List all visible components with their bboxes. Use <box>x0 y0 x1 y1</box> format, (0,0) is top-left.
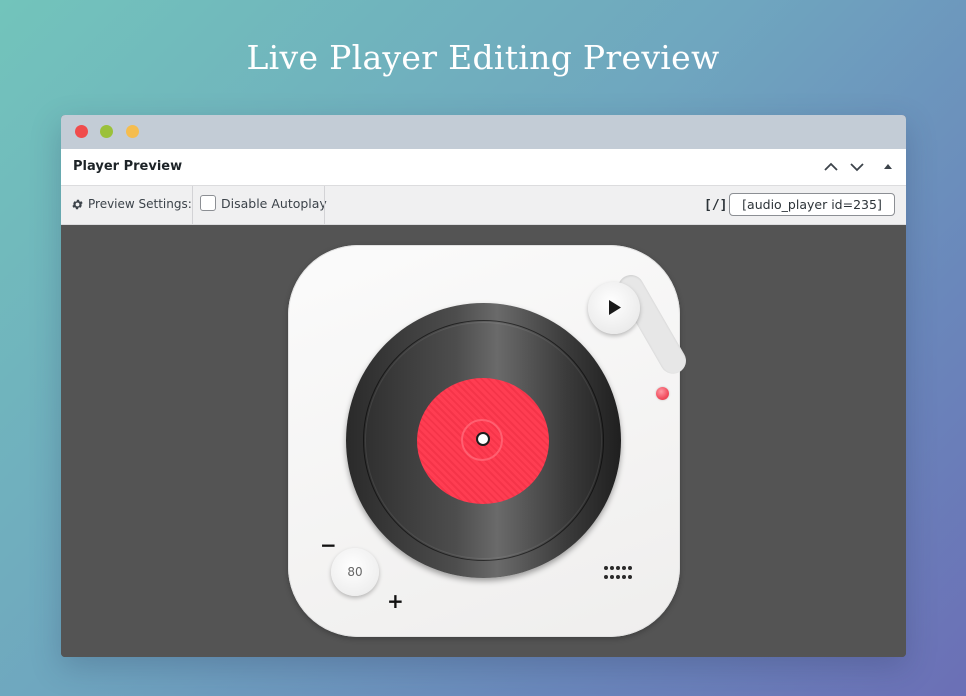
disable-autoplay-label: Disable Autoplay <box>221 195 327 211</box>
close-window-button[interactable] <box>75 125 88 138</box>
play-button[interactable] <box>588 282 640 334</box>
window-titlebar <box>61 115 906 149</box>
chevron-up-icon <box>824 162 838 171</box>
preview-stage: − 80 + <box>61 225 906 657</box>
preview-toolbar: Preview Settings: Disable Autoplay [/] [… <box>61 186 906 225</box>
play-icon <box>609 300 621 315</box>
panel-title: Player Preview <box>73 159 183 174</box>
preview-window: Player Preview Preview Settings: Disable… <box>61 115 906 657</box>
triangle-up-icon <box>884 164 892 169</box>
preview-settings: Preview Settings: <box>71 197 192 211</box>
record-spindle <box>476 432 490 446</box>
status-light <box>656 387 669 400</box>
maximize-window-button[interactable] <box>126 125 139 138</box>
toolbar-divider <box>192 186 193 224</box>
volume-up-button[interactable]: + <box>387 591 404 611</box>
toolbar-divider <box>324 186 325 224</box>
vinyl-record <box>346 303 621 578</box>
minimize-window-button[interactable] <box>100 125 113 138</box>
chevron-down-icon <box>850 163 864 172</box>
turntable-player: − 80 + <box>288 245 691 637</box>
page-title: Live Player Editing Preview <box>246 38 720 77</box>
move-up-button[interactable] <box>822 158 840 176</box>
gear-icon <box>72 199 83 209</box>
volume-knob[interactable]: 80 <box>331 548 379 596</box>
playlist-menu-icon[interactable] <box>604 566 634 580</box>
shortcode-field[interactable]: [audio_player id=235] <box>729 193 895 216</box>
disable-autoplay-checkbox[interactable] <box>200 195 216 211</box>
disable-autoplay-toggle[interactable]: Disable Autoplay <box>200 195 327 211</box>
shortcode-icon: [/] <box>704 198 728 213</box>
collapse-panel-button[interactable] <box>879 158 897 176</box>
move-down-button[interactable] <box>848 158 866 176</box>
preview-settings-label: Preview Settings: <box>88 197 192 211</box>
volume-down-button[interactable]: − <box>320 535 337 555</box>
panel-header: Player Preview <box>61 149 906 186</box>
